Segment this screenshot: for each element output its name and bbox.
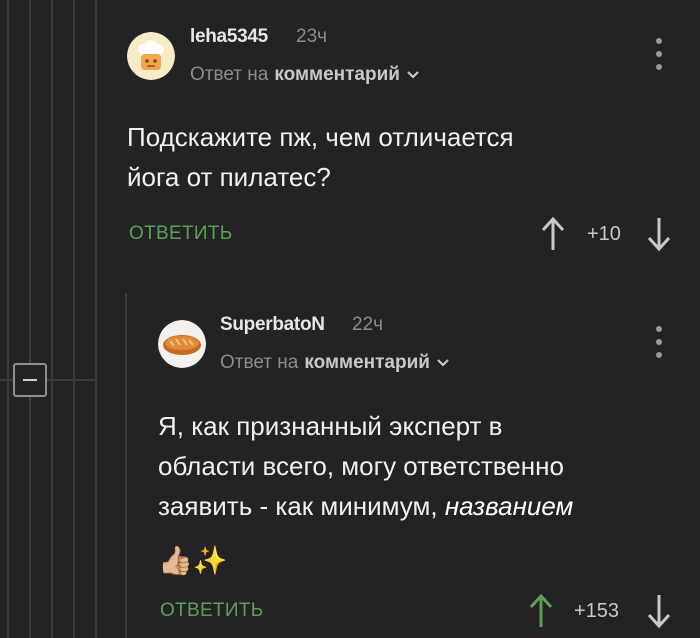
chef-hat-avatar-icon [127, 32, 175, 80]
reply-button[interactable]: ОТВЕТИТЬ [129, 223, 232, 245]
reply-to-prefix: Ответ на [220, 352, 299, 373]
timestamp: 23ч [296, 26, 328, 47]
reply-to-link[interactable]: Ответ на комментарий [220, 352, 450, 374]
thread-line-1 [7, 0, 9, 638]
comment-text-line: области всего, могу ответственно [158, 451, 564, 481]
username[interactable]: leha5345 [190, 26, 268, 48]
reply-to-link[interactable]: Ответ на комментарий [190, 64, 420, 86]
comment-text-line: Я, как признанный эксперт в [158, 411, 503, 441]
more-vertical-icon[interactable] [655, 38, 663, 70]
reply-button[interactable]: ОТВЕТИТЬ [160, 600, 263, 622]
reply-to-prefix: Ответ на [190, 64, 269, 85]
collapse-thread-button[interactable] [13, 363, 47, 397]
comment-text: Я, как признанный эксперт в области всег… [158, 406, 573, 526]
comment-text-line: Подскажите пж, чем отличается [127, 122, 514, 152]
chevron-down-icon [437, 359, 449, 367]
arrow-down-icon[interactable] [646, 216, 672, 252]
reply-to-target: комментарий [274, 64, 400, 85]
thread-line-4 [73, 0, 75, 638]
username[interactable]: SuperbatoN [220, 314, 325, 336]
thread-line-reply [125, 293, 127, 638]
thread-line-3 [51, 0, 53, 638]
comment-text-plain: заявить - как минимум, [158, 491, 445, 521]
collapse-connector-right [47, 379, 95, 381]
chevron-down-icon [407, 71, 419, 79]
avatar[interactable] [127, 32, 175, 80]
thread-line-5 [95, 0, 97, 638]
comment-text: Подскажите пж, чем отличается йога от пи… [127, 117, 514, 197]
rating-value: +10 [587, 223, 621, 245]
comment-text-line: заявить - как минимум, названием [158, 486, 573, 526]
minus-icon [23, 379, 37, 381]
arrow-up-icon[interactable] [528, 593, 554, 629]
arrow-down-icon[interactable] [646, 593, 672, 629]
comment-text-italic: названием [444, 491, 574, 521]
thread-line-2-bottom [29, 397, 31, 638]
thread-line-2 [29, 0, 31, 363]
arrow-up-icon[interactable] [540, 216, 566, 252]
reply-to-target: комментарий [304, 352, 430, 373]
thumbs-up-sparkles-emoji: 👍🏼✨ [158, 544, 228, 577]
comment-text-line: йога от пилатес? [127, 162, 331, 192]
avatar[interactable] [158, 320, 206, 368]
bread-loaf-avatar-icon [158, 320, 206, 368]
collapse-connector [0, 379, 13, 381]
more-vertical-icon[interactable] [655, 326, 663, 358]
rating-value: +153 [574, 600, 620, 622]
timestamp: 22ч [352, 314, 384, 335]
